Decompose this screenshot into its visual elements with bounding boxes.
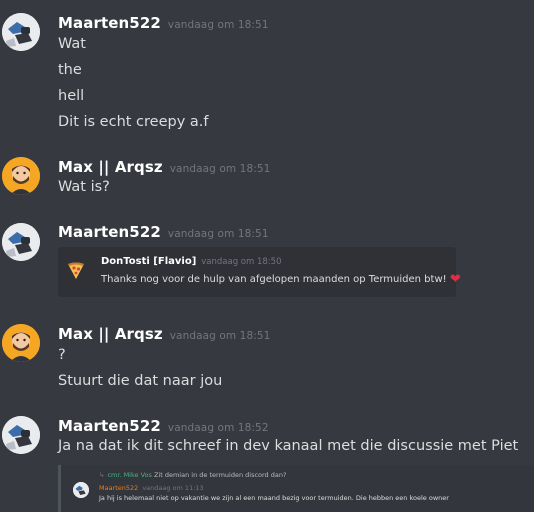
heart-emoji-icon: ❤: [449, 272, 461, 287]
author-label[interactable]: Maarten522: [58, 14, 161, 32]
embed-text: Thanks nog voor de hulp van afgelopen ma…: [101, 272, 461, 287]
avatar: [73, 482, 89, 498]
author-label[interactable]: Maarten522: [58, 417, 161, 435]
avatar-image-icon: [2, 13, 40, 51]
reply-reference: ↳ cmr. Mike Vos Zit demian in de termuide…: [99, 471, 286, 479]
reply-arrow-icon: ↳: [99, 471, 105, 479]
embed-author[interactable]: DonTosti [Flavio] vandaag om 18:50: [101, 256, 281, 267]
avatar-image-icon: [2, 416, 40, 454]
avatar-image-icon: [73, 482, 89, 498]
message-line: the: [58, 62, 82, 78]
timestamp: vandaag om 18:51: [167, 19, 269, 31]
message-line: Ja na dat ik dit schreef in dev kanaal m…: [58, 438, 519, 454]
quoted-text: Ja hij is helemaal niet op vakantie we z…: [99, 494, 449, 502]
avatar-image-icon: [2, 324, 40, 362]
message-line: Wat is?: [58, 179, 110, 195]
message-line: Dit is echt creepy a.f: [58, 114, 209, 130]
message-line: ?: [58, 347, 66, 363]
message-line: Wat: [58, 36, 86, 52]
timestamp: vandaag om 18:51: [169, 163, 271, 175]
quoted-author: Maarten522 vandaag om 11:13: [99, 484, 204, 492]
author-name[interactable]: Maarten522 vandaag om 18:51: [58, 223, 269, 241]
author-label[interactable]: Max || Arqsz: [58, 325, 163, 343]
embed-text-content: Thanks nog voor de hulp van afgelopen ma…: [101, 274, 447, 285]
author-name[interactable]: Max || Arqsz vandaag om 18:51: [58, 325, 270, 343]
timestamp: vandaag om 18:51: [167, 228, 269, 240]
avatar[interactable]: [2, 13, 40, 51]
embed-author-label[interactable]: DonTosti [Flavio]: [101, 256, 196, 267]
timestamp: vandaag om 18:52: [167, 422, 269, 434]
reply-text: Zit demian in de termuiden discord dan?: [153, 471, 287, 479]
timestamp: vandaag om 18:51: [169, 330, 271, 342]
quoted-timestamp: vandaag om 11:13: [142, 484, 204, 492]
avatar[interactable]: [2, 416, 40, 454]
quoted-screenshot: ↳ cmr. Mike Vos Zit demian in de termuide…: [58, 465, 534, 512]
author-name[interactable]: Maarten522 vandaag om 18:52: [58, 417, 269, 435]
avatar-image-icon: [2, 223, 40, 261]
author-name[interactable]: Maarten522 vandaag om 18:51: [58, 14, 269, 32]
avatar[interactable]: [2, 324, 40, 362]
author-label[interactable]: Max || Arqsz: [58, 158, 163, 176]
avatar[interactable]: [2, 223, 40, 261]
pizza-icon: [68, 262, 84, 279]
author-name[interactable]: Max || Arqsz vandaag om 18:51: [58, 158, 270, 176]
message-line: hell: [58, 88, 85, 104]
author-label[interactable]: Maarten522: [58, 223, 161, 241]
embed-timestamp: vandaag om 18:50: [201, 257, 282, 267]
message-line: Stuurt die dat naar jou: [58, 373, 223, 389]
avatar-image-icon: [2, 157, 40, 195]
quoted-author-label: Maarten522: [99, 484, 139, 492]
reply-author: cmr. Mike Vos: [107, 471, 152, 479]
avatar[interactable]: [2, 157, 40, 195]
quoted-message-embed: DonTosti [Flavio] vandaag om 18:50 Thanks…: [58, 247, 461, 297]
